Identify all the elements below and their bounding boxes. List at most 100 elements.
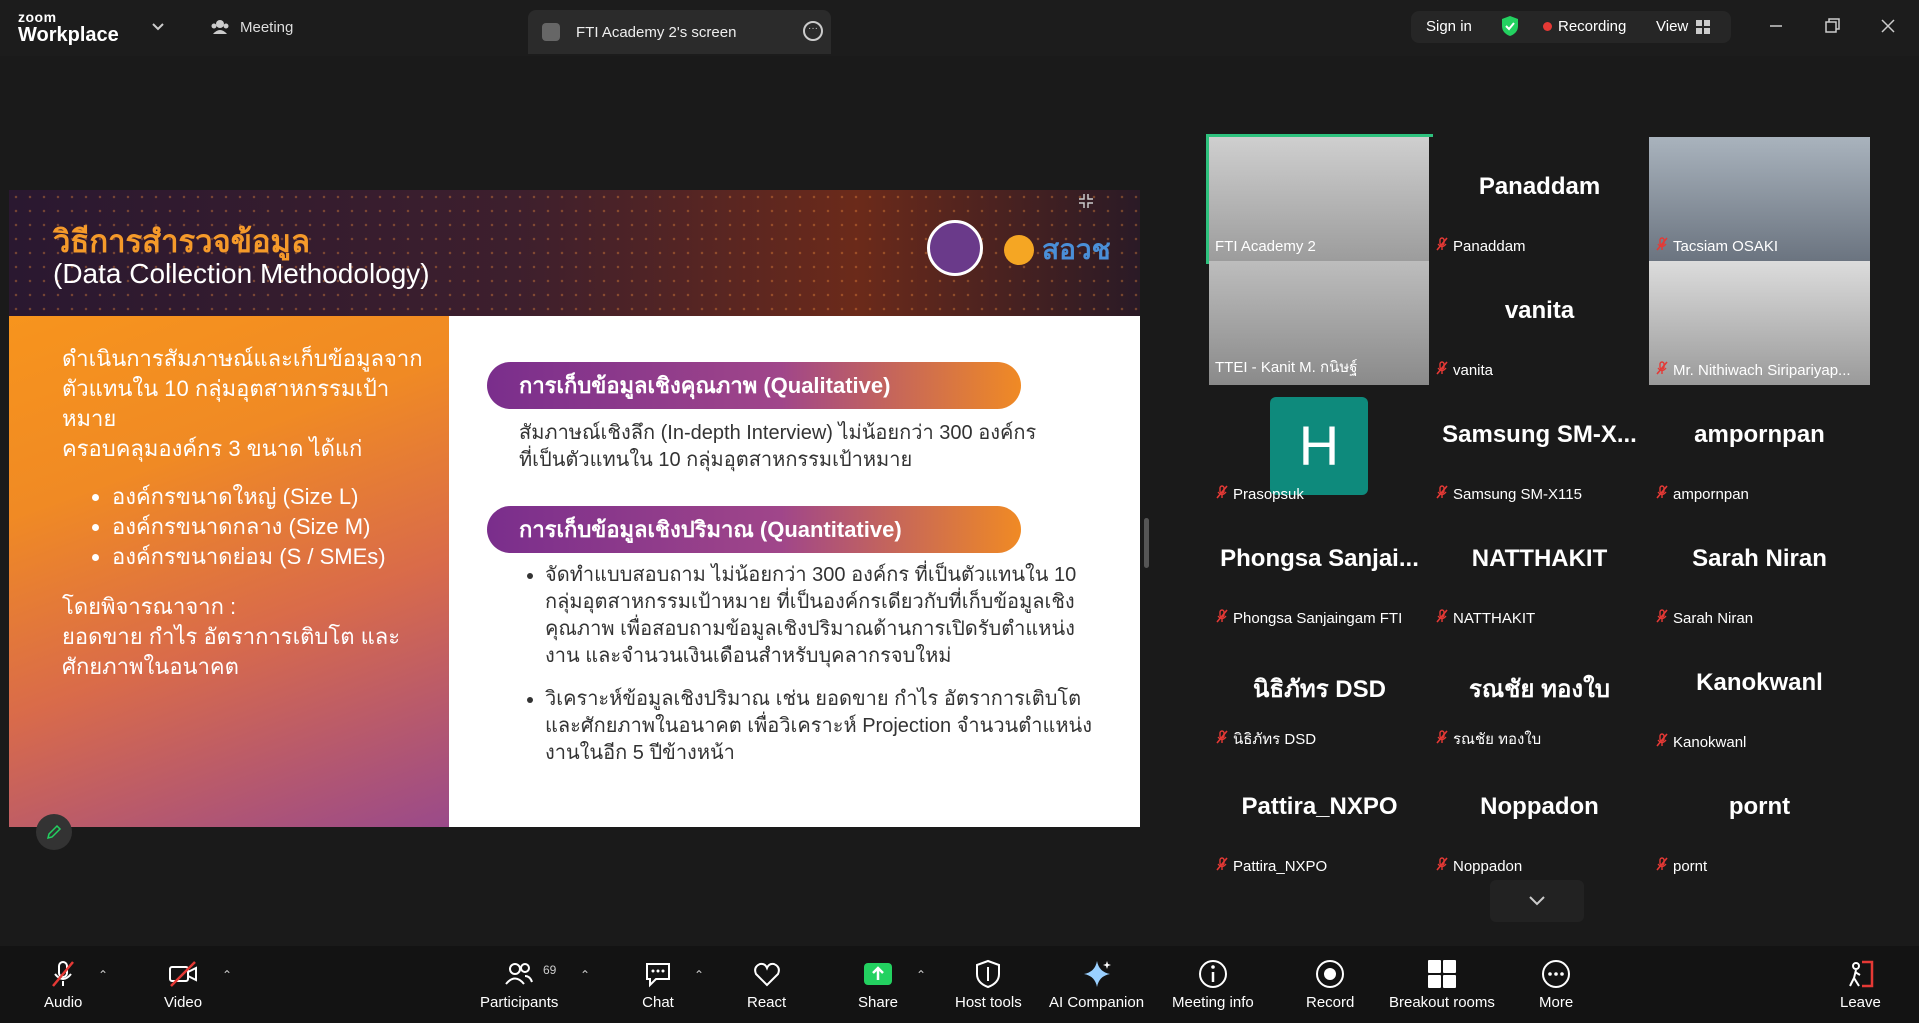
participant-tile[interactable]: NATTHAKIT NATTHAKIT — [1429, 509, 1650, 633]
participant-name-label: Sarah Niran — [1655, 609, 1753, 627]
participant-tile[interactable]: Kanokwanl Kanokwanl — [1649, 633, 1870, 757]
participant-tile[interactable]: TTEI - Kanit M. กนิษฐ์ — [1209, 261, 1430, 385]
sign-in-button[interactable]: Sign in — [1426, 18, 1472, 35]
grid-view-icon — [1696, 19, 1711, 34]
participant-tile[interactable]: Samsung SM-X... Samsung SM-X115 — [1429, 385, 1650, 509]
mic-muted-icon — [1215, 730, 1229, 748]
presentation-slide: วิธีการสำรวจข้อมูล (Data Collection Meth… — [9, 190, 1140, 827]
chevron-down-icon[interactable] — [150, 18, 166, 34]
minimize-icon[interactable] — [1764, 14, 1788, 38]
quantitative-header: การเก็บข้อมูลเชิงปริมาณ (Quantitative) — [487, 506, 1021, 553]
video-button[interactable]: Video — [164, 958, 202, 1011]
participant-name-label: pornt — [1655, 857, 1707, 875]
pencil-icon — [46, 824, 62, 840]
slide-paragraph: ดำเนินการสัมภาษณ์และเก็บข้อมูลจากตัวแทนใ… — [62, 346, 423, 431]
recording-indicator[interactable]: Recording — [1543, 18, 1626, 35]
participant-tile[interactable]: Sarah Niran Sarah Niran — [1649, 509, 1870, 633]
audio-options-caret[interactable]: ⌃ — [98, 968, 110, 982]
chevron-down-icon — [1529, 896, 1545, 906]
participant-tile[interactable]: นิธิภัทร DSD นิธิภัทร DSD — [1209, 633, 1430, 757]
mic-muted-icon — [1655, 237, 1669, 255]
brand-mark-icon — [1004, 235, 1034, 265]
meeting-info-button[interactable]: Meeting info — [1172, 958, 1254, 1011]
security-shield-icon[interactable] — [1500, 15, 1520, 37]
resize-handle[interactable] — [1144, 518, 1149, 568]
chat-options-caret[interactable]: ⌃ — [694, 968, 706, 982]
participant-tile[interactable]: Tacsiam OSAKI — [1649, 137, 1870, 261]
slide-subtitle: (Data Collection Methodology) — [53, 258, 430, 289]
participants-count: 69 — [543, 963, 557, 977]
chat-button[interactable]: Chat — [642, 958, 674, 1011]
participant-display-name: นิธิภัทร DSD — [1253, 676, 1386, 703]
zoom-logo[interactable]: zoom Workplace — [18, 10, 119, 45]
participant-tile[interactable]: ampornpan ampornpan — [1649, 385, 1870, 509]
mic-muted-icon — [1435, 361, 1449, 379]
participants-icon — [505, 963, 534, 985]
participant-name-label: Tacsiam OSAKI — [1655, 237, 1778, 255]
participant-display-name: pornt — [1728, 793, 1791, 820]
participant-name-label: Noppadon — [1435, 857, 1522, 875]
list-item: องค์กรขนาดกลาง (Size M) — [112, 512, 442, 542]
participant-display-name: รณชัย ทองใบ — [1468, 676, 1611, 703]
ai-companion-button[interactable]: AI Companion — [1049, 958, 1144, 1011]
tab-meeting[interactable]: Meeting — [210, 17, 293, 37]
shield-icon — [976, 959, 1001, 989]
host-tools-button[interactable]: Host tools — [955, 958, 1022, 1011]
audio-button[interactable]: Audio — [44, 958, 82, 1011]
tab-shared-screen[interactable]: FTI Academy 2's screen ··· — [528, 10, 831, 54]
participant-display-name: Samsung SM-X... — [1442, 421, 1637, 448]
participant-tile[interactable]: Panaddam Panaddam — [1429, 137, 1650, 261]
close-icon[interactable] — [1876, 14, 1900, 38]
participants-options-caret[interactable]: ⌃ — [580, 968, 592, 982]
participant-display-name: vanita — [1504, 297, 1575, 324]
participant-name-label: vanita — [1435, 361, 1493, 379]
participant-display-name: NATTHAKIT — [1471, 545, 1608, 572]
mic-muted-icon — [1435, 485, 1449, 503]
heart-icon — [753, 962, 780, 987]
leave-icon — [1849, 960, 1874, 988]
participant-tile[interactable]: FTI Academy 2 — [1206, 134, 1433, 264]
record-button[interactable]: Record — [1306, 958, 1354, 1011]
participant-name-label: Mr. Nithiwach Siripariyap... — [1655, 361, 1851, 379]
share-button[interactable]: Share — [858, 958, 898, 1011]
participant-name-label: Samsung SM-X115 — [1435, 485, 1582, 503]
more-button[interactable]: More — [1539, 958, 1573, 1011]
list-item: องค์กรขนาดใหญ่ (Size L) — [112, 482, 442, 512]
participant-tile[interactable]: Phongsa Sanjai... Phongsa Sanjaingam FTI — [1209, 509, 1430, 633]
view-button[interactable]: View — [1656, 18, 1711, 35]
participant-tile[interactable]: vanita vanita — [1429, 261, 1650, 385]
info-icon — [1198, 960, 1227, 988]
mic-muted-icon — [1215, 609, 1229, 627]
participant-tile[interactable]: Mr. Nithiwach Siripariyap... — [1649, 261, 1870, 385]
scroll-down-button[interactable] — [1490, 880, 1584, 922]
screen-share-icon — [542, 23, 560, 41]
qualitative-header: การเก็บข้อมูลเชิงคุณภาพ (Qualitative) — [487, 362, 1021, 409]
mic-muted-icon — [1435, 237, 1449, 255]
participant-tile[interactable]: Noppadon Noppadon — [1429, 757, 1650, 881]
share-options-caret[interactable]: ⌃ — [916, 968, 928, 982]
participant-name-label: FTI Academy 2 — [1215, 238, 1316, 255]
qualitative-text: สัมภาษณ์เชิงลึก (In-depth Interview) ไม่… — [519, 422, 1037, 471]
exit-fullscreen-icon[interactable] — [1077, 192, 1095, 210]
mic-muted-icon — [1655, 361, 1669, 379]
mic-muted-icon — [1215, 485, 1229, 503]
participant-display-name: Pattira_NXPO — [1241, 793, 1398, 820]
video-options-caret[interactable]: ⌃ — [222, 968, 234, 982]
participant-tile[interactable]: pornt pornt — [1649, 757, 1870, 881]
mic-muted-icon — [1435, 730, 1449, 748]
share-screen-icon — [864, 963, 893, 985]
participant-name-label: ampornpan — [1655, 485, 1749, 503]
restore-icon[interactable] — [1820, 14, 1844, 38]
more-options-icon[interactable]: ··· — [803, 21, 823, 41]
participant-tile[interactable]: รณชัย ทองใบ รณชัย ทองใบ — [1429, 633, 1650, 757]
participant-name-label: NATTHAKIT — [1435, 609, 1535, 627]
breakout-rooms-button[interactable]: Breakout rooms — [1389, 958, 1495, 1011]
recording-dot-icon — [1543, 22, 1552, 31]
react-button[interactable]: React — [747, 958, 786, 1011]
video-off-icon — [169, 961, 198, 987]
leave-button[interactable]: Leave — [1840, 958, 1881, 1011]
participant-tile[interactable]: H Prasopsuk — [1209, 385, 1430, 509]
participant-tile[interactable]: Pattira_NXPO Pattira_NXPO — [1209, 757, 1430, 881]
annotate-button[interactable] — [36, 814, 72, 850]
breakout-rooms-icon — [1427, 960, 1456, 988]
